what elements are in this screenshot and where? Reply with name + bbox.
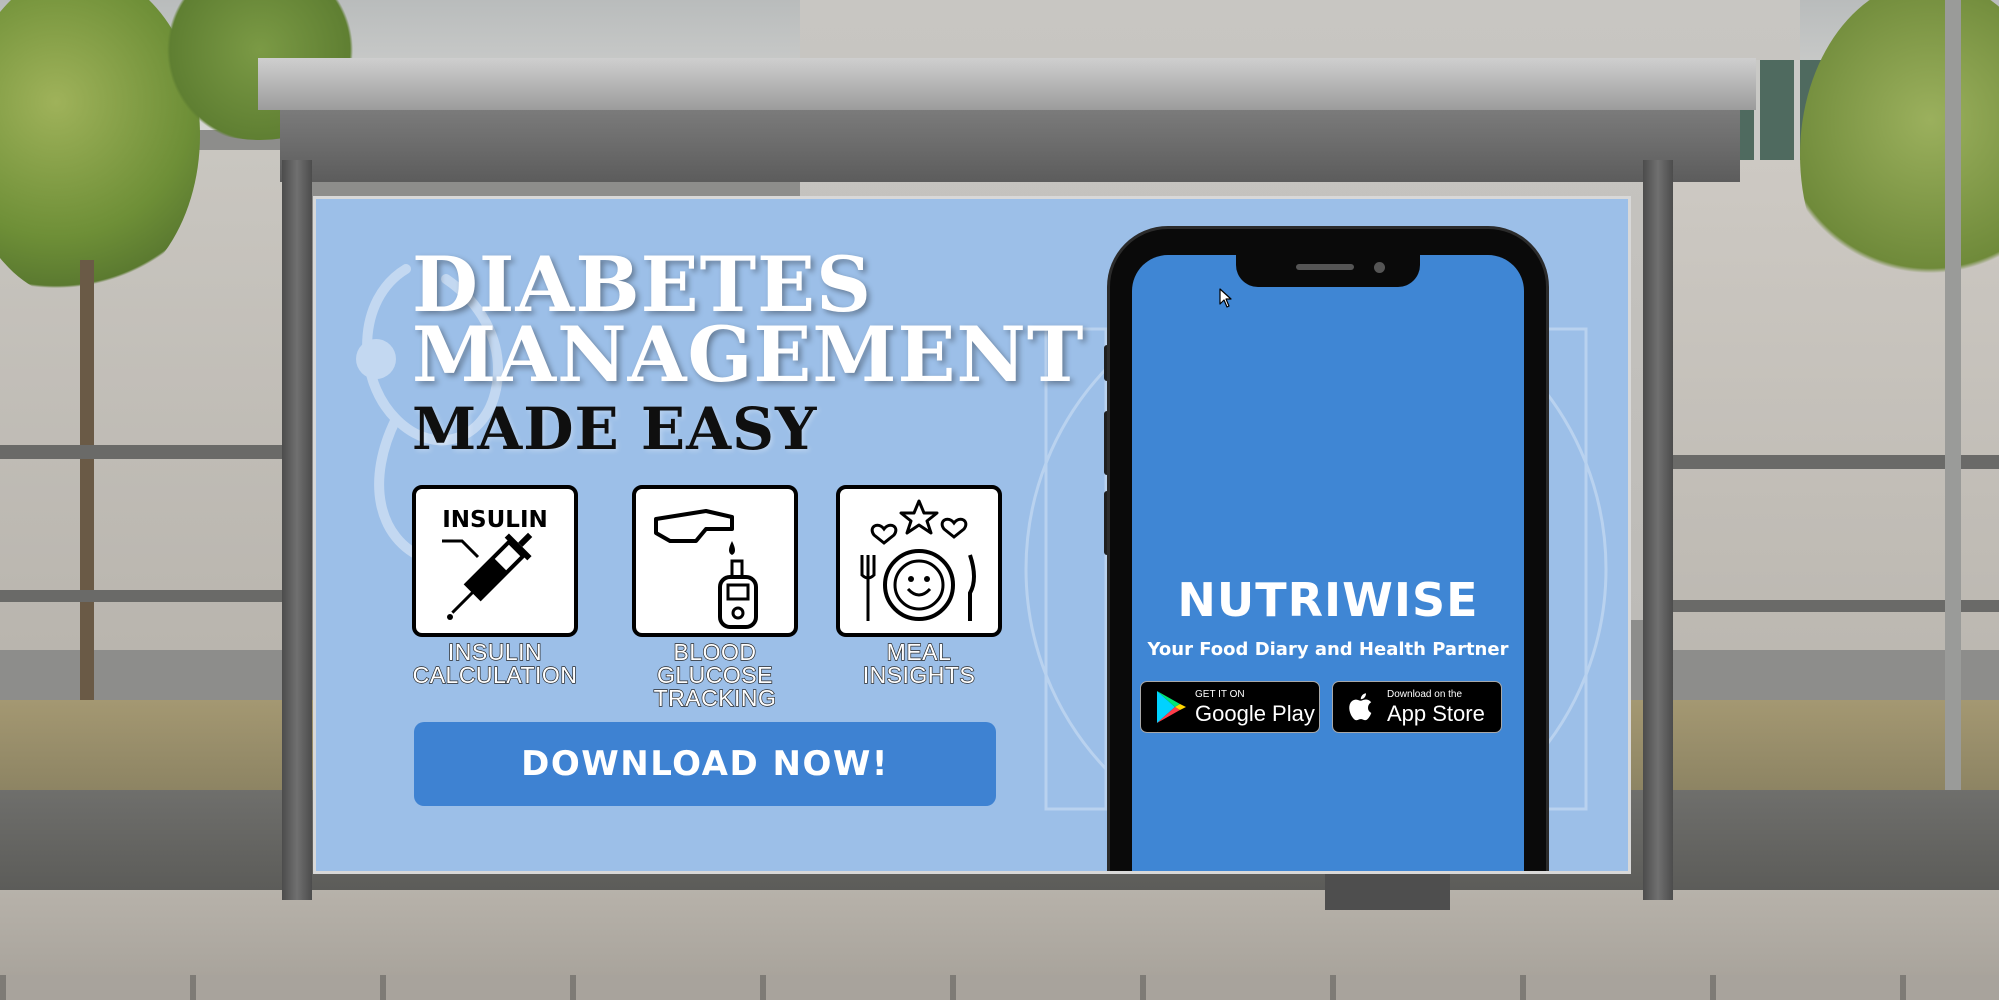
feature-label-line: TRACKING bbox=[653, 685, 777, 711]
insulin-feature-card: INSULIN bbox=[412, 485, 578, 637]
meal-feature-card bbox=[836, 485, 1002, 637]
apple-icon bbox=[1349, 693, 1372, 721]
app-store-small-text: Download on the bbox=[1387, 688, 1463, 700]
download-now-button[interactable]: DOWNLOAD NOW! bbox=[414, 722, 996, 806]
google-play-button[interactable]: GET IT ON Google Play bbox=[1140, 681, 1320, 733]
insulin-icon-text: INSULIN bbox=[442, 507, 548, 533]
meal-plate-icon bbox=[860, 499, 976, 621]
google-play-big-text: Google Play bbox=[1195, 700, 1315, 726]
phone-screen: NUTRIWISE Your Food Diary and Health Par… bbox=[1132, 255, 1524, 871]
glucose-meter-icon bbox=[654, 509, 758, 629]
app-tagline: Your Food Diary and Health Partner bbox=[1147, 639, 1509, 660]
tree-trunk bbox=[80, 260, 94, 760]
street-pole bbox=[1945, 0, 1961, 800]
google-play-small-text: GET IT ON bbox=[1195, 688, 1245, 700]
feature-label-line: MEAL bbox=[886, 639, 952, 665]
fence-rail bbox=[0, 590, 300, 602]
shelter-post-left bbox=[282, 160, 312, 900]
sidewalk-joints bbox=[0, 975, 1999, 1000]
fence-rail bbox=[0, 445, 300, 459]
google-play-icon bbox=[1157, 691, 1186, 723]
headline-line-2: MANAGEMENT bbox=[412, 310, 1085, 399]
glucose-feature-card bbox=[632, 485, 798, 637]
feature-label-line: BLOOD bbox=[673, 639, 757, 665]
headline-line-3: MADE EASY bbox=[412, 395, 818, 463]
billboard-foot bbox=[1325, 870, 1450, 910]
billboard-ad: DIABETES MANAGEMENT MADE EASY INSULIN IN… bbox=[316, 199, 1628, 871]
phone-mockup: NUTRIWISE Your Food Diary and Health Par… bbox=[1110, 229, 1546, 871]
app-store-big-text: App Store bbox=[1387, 700, 1485, 726]
shelter-post-right bbox=[1643, 160, 1673, 900]
insulin-syringe-icon: INSULIN bbox=[442, 507, 548, 620]
glucose-feature-label: BLOOD GLUCOSE TRACKING bbox=[615, 639, 815, 711]
feature-label-line: INSIGHTS bbox=[862, 662, 976, 688]
phone-speaker bbox=[1296, 264, 1354, 270]
app-name: NUTRIWISE bbox=[1177, 573, 1479, 627]
app-store-button[interactable]: Download on the App Store bbox=[1332, 681, 1502, 733]
mouse-cursor-icon bbox=[1219, 288, 1232, 308]
shelter-roof bbox=[258, 58, 1756, 110]
insulin-feature-label: INSULIN CALCULATION bbox=[395, 639, 595, 688]
camera-icon bbox=[1374, 262, 1385, 273]
feature-label-line: INSULIN bbox=[447, 639, 543, 665]
shelter-roof-underside bbox=[280, 110, 1740, 182]
meal-feature-label: MEAL INSIGHTS bbox=[819, 639, 1019, 688]
phone-notch bbox=[1236, 255, 1420, 287]
feature-label-line: CALCULATION bbox=[412, 662, 578, 688]
feature-label-line: GLUCOSE bbox=[656, 662, 773, 688]
